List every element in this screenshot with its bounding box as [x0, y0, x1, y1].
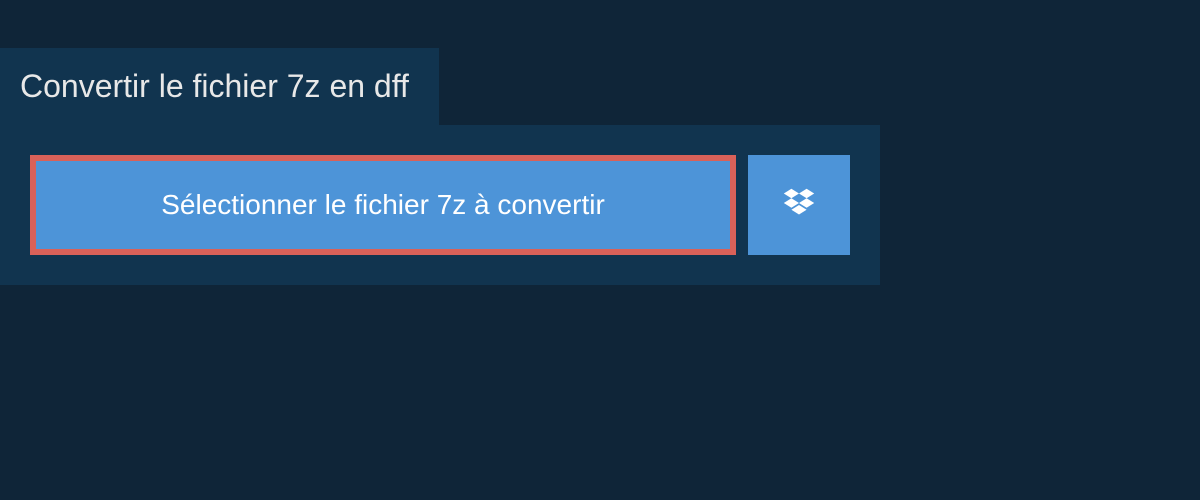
upload-panel: Sélectionner le fichier 7z à convertir: [0, 125, 880, 285]
title-bar: Convertir le fichier 7z en dff: [0, 48, 439, 125]
dropbox-button[interactable]: [748, 155, 850, 255]
dropbox-icon: [780, 185, 818, 226]
page-title: Convertir le fichier 7z en dff: [20, 68, 409, 105]
select-file-button[interactable]: Sélectionner le fichier 7z à convertir: [30, 155, 736, 255]
